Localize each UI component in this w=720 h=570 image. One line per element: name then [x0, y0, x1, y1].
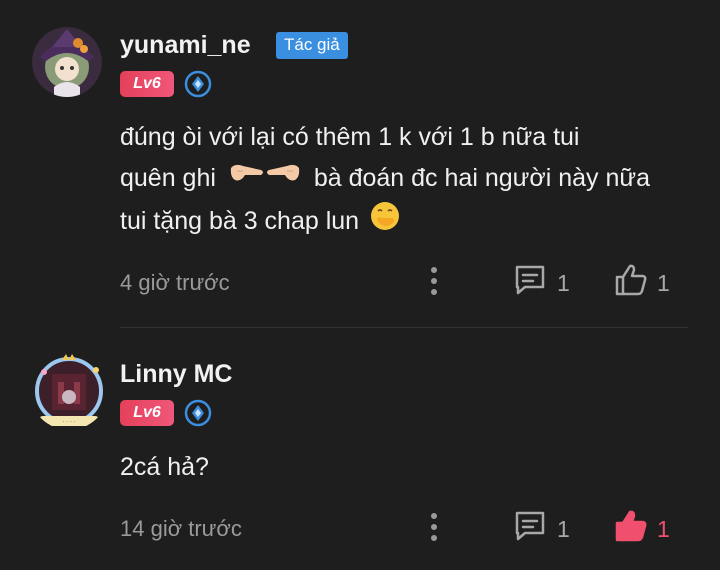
like-count: 1 — [657, 516, 670, 542]
content-line: quên ghi bà đoán đc hai người này nữa — [120, 158, 710, 201]
hand-over-mouth-emoji — [370, 201, 400, 244]
content-line: đúng òi với lại có thêm 1 k với 1 b nữa … — [120, 123, 580, 151]
avatar[interactable]: · · · · — [30, 352, 108, 430]
username[interactable]: Linny MC — [120, 360, 233, 389]
content-line: tui tặng bà 3 chap lun — [120, 201, 710, 244]
rank-diamond-icon — [184, 70, 212, 98]
timestamp: 4 giờ trước — [120, 270, 230, 295]
comment-content: đúng òi với lại có thêm 1 k với 1 b nữa … — [120, 117, 710, 244]
username[interactable]: yunami_ne — [120, 31, 251, 60]
content-text: bà đoán đc hai người này nữa — [313, 164, 651, 193]
reply-count: 1 — [557, 516, 570, 542]
content-text: quên ghi — [120, 164, 216, 193]
divider — [120, 327, 688, 328]
avatar[interactable] — [32, 27, 102, 97]
like-count: 1 — [657, 270, 670, 296]
timestamp: 14 giờ trước — [120, 516, 242, 541]
content-line: 2cá hả? — [120, 453, 209, 481]
pointing-hands-emoji — [229, 158, 301, 201]
reply-bubble-icon[interactable] — [513, 509, 547, 541]
level-badge: Lv6 — [120, 71, 174, 97]
reply-count: 1 — [557, 270, 570, 296]
more-vertical-icon[interactable] — [429, 265, 439, 297]
rank-diamond-icon — [184, 399, 212, 427]
thumbs-up-icon[interactable] — [614, 509, 648, 543]
content-text: tui tặng bà 3 chap lun — [120, 207, 360, 236]
thumbs-up-icon[interactable] — [614, 263, 648, 297]
reply-bubble-icon[interactable] — [513, 263, 547, 295]
more-vertical-icon[interactable] — [429, 511, 439, 543]
level-badge: Lv6 — [120, 400, 174, 426]
svg-text:· · · ·: · · · · — [62, 419, 75, 426]
comment-content: 2cá hả? — [120, 447, 209, 488]
author-badge: Tác giả — [276, 32, 348, 59]
